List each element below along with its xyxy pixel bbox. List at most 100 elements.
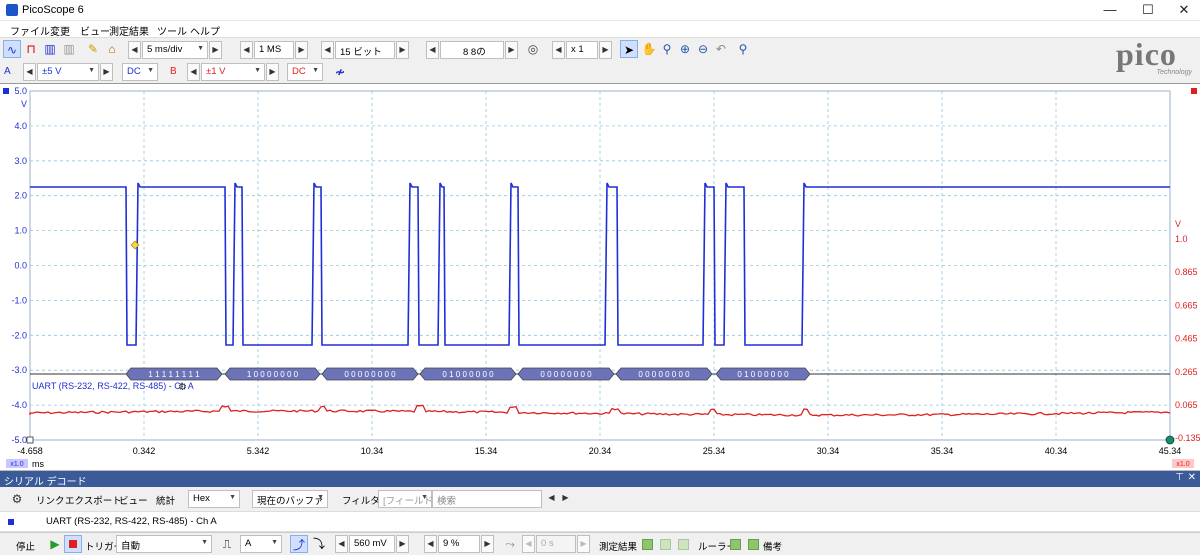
samples-select[interactable]: 1 MS	[254, 41, 294, 59]
stop-icon[interactable]	[64, 535, 82, 553]
pin-icon[interactable]: ⊤	[1175, 472, 1184, 483]
trigger-mode-select[interactable]: 自動 ▼	[116, 535, 212, 553]
edit-measurement-icon[interactable]	[660, 539, 671, 550]
capture-next-button[interactable]: ▶	[505, 41, 518, 59]
pretrigger-prev-button[interactable]: ◀	[424, 535, 437, 553]
delay-input[interactable]: 0 s	[536, 535, 576, 553]
zoom-prev-button[interactable]: ◀	[552, 41, 565, 59]
channel-options-icon[interactable]: ≁	[331, 63, 349, 81]
timebase-select[interactable]: 5 ms/div ▼	[142, 41, 208, 59]
pointer-tool-icon[interactable]: ➤	[620, 40, 638, 58]
search-next-button[interactable]: ▶	[559, 490, 572, 508]
post-trigger-delay-icon[interactable]: ⤳	[501, 535, 519, 553]
y-right-tick-label: 0.665	[1175, 300, 1198, 310]
decoder-settings-icon[interactable]: ⚙	[8, 490, 26, 508]
notes-label: 備考	[763, 542, 783, 553]
home-icon[interactable]: ⌂	[103, 40, 121, 58]
window-title: PicoScope 6	[22, 4, 84, 16]
spectrum-mode-icon[interactable]: ▥	[41, 40, 59, 58]
export-button[interactable]: エクスポート	[65, 493, 122, 507]
x-tick-label: 25.34	[703, 446, 726, 456]
scope-graph[interactable]: 5.0 4.0 3.0 2.0 1.0 0.0 -1.0 -2.0 -3.0 -4.0 -5.0 V V…	[0, 84, 1200, 471]
stats-button[interactable]: 統計	[156, 493, 175, 507]
resolution-select[interactable]: 15 ビット	[335, 41, 395, 59]
persistence-mode-icon[interactable]: ⊓	[22, 40, 40, 58]
timebase-prev-button[interactable]: ◀	[128, 41, 141, 59]
spectrum-persist-icon[interactable]: ▥	[60, 40, 78, 58]
decode-packet-label: 0 1 0 0 0 0 0 0	[737, 370, 789, 379]
filter-button[interactable]: フィルタ	[342, 493, 380, 507]
timebase-next-button[interactable]: ▶	[209, 41, 222, 59]
threshold-next-button[interactable]: ▶	[396, 535, 409, 553]
channel-b-label[interactable]: B	[170, 66, 177, 77]
channel-a-coupling-select[interactable]: DC ▼	[122, 63, 158, 81]
ruler-settings-icon[interactable]	[730, 539, 741, 550]
pretrigger-input[interactable]: 9 %	[438, 535, 480, 553]
channel-b-range-next[interactable]: ▶	[266, 63, 279, 81]
menu-measurements[interactable]: 測定結果	[109, 23, 149, 38]
threshold-prev-button[interactable]: ◀	[335, 535, 348, 553]
capture-prev-button[interactable]: ◀	[426, 41, 439, 59]
channel-b-coupling-select[interactable]: DC ▼	[287, 63, 323, 81]
start-icon[interactable]: ▶	[46, 535, 64, 553]
link-button[interactable]: リンク	[36, 493, 65, 507]
channel-a-range-select[interactable]: ±5 V ▼	[37, 63, 99, 81]
add-measurement-icon[interactable]	[642, 539, 653, 550]
x-tick-label: 45.34	[1159, 446, 1182, 456]
buffer-navigator-icon[interactable]: ◎	[524, 40, 542, 58]
x-badge-left-text: x1.0	[10, 461, 23, 468]
advanced-trigger-icon[interactable]: ⎍	[218, 535, 236, 553]
search-input[interactable]: 検索	[432, 490, 542, 508]
panel-close-icon[interactable]: ✕	[1188, 472, 1196, 483]
y-left-tick-label: 4.0	[14, 121, 27, 131]
search-prev-button[interactable]: ◀	[545, 490, 558, 508]
zoom-factor[interactable]: x 1	[566, 41, 598, 59]
probe-icon[interactable]: ✎	[84, 40, 102, 58]
channel-a-label[interactable]: A	[4, 66, 11, 77]
falling-edge-icon[interactable]: ⤵	[310, 535, 328, 553]
scope-view[interactable]: 5.0 4.0 3.0 2.0 1.0 0.0 -1.0 -2.0 -3.0 -4.0 -5.0 V V…	[0, 84, 1200, 471]
menu-bar: ファイル 変更 ビュー 測定結果 ツール ヘルプ	[0, 21, 1200, 38]
undo-zoom-icon[interactable]: ↶	[712, 40, 730, 58]
delay-next-button[interactable]: ▶	[577, 535, 590, 553]
samples-prev-button[interactable]: ◀	[240, 41, 253, 59]
zoom-area-icon[interactable]: ⚲	[658, 40, 676, 58]
capture-index[interactable]: 8 8の	[440, 41, 504, 59]
format-select[interactable]: Hex ▼	[188, 490, 240, 508]
channel-b-range-select[interactable]: ±1 V ▼	[201, 63, 265, 81]
threshold-input[interactable]: 560 mV	[349, 535, 395, 553]
field-select[interactable]: [フィールド] ▼	[378, 490, 436, 508]
menu-file[interactable]: ファイル	[10, 23, 50, 38]
buffer-select[interactable]: 現在のバッファ ▼	[252, 490, 328, 508]
close-button[interactable]: ✕	[1166, 0, 1200, 20]
menu-view[interactable]: ビュー	[80, 23, 110, 38]
hand-tool-icon[interactable]: ✋	[640, 40, 658, 58]
resolution-prev-button[interactable]: ◀	[321, 41, 334, 59]
trigger-channel-select[interactable]: A ▼	[240, 535, 282, 553]
channel-a-range-prev[interactable]: ◀	[23, 63, 36, 81]
delay-prev-button[interactable]: ◀	[522, 535, 535, 553]
menu-help[interactable]: ヘルプ	[190, 23, 220, 38]
zoom-in-icon[interactable]: ⊕	[676, 40, 694, 58]
channel-a-range-next[interactable]: ▶	[100, 63, 113, 81]
minimize-button[interactable]: —	[1092, 0, 1128, 20]
rising-edge-icon[interactable]: ⤴	[290, 535, 308, 553]
view-button[interactable]: ビュー	[119, 493, 148, 507]
resolution-next-button[interactable]: ▶	[396, 41, 409, 59]
zoom-fit-icon[interactable]: ⚲	[734, 40, 752, 58]
scope-mode-icon[interactable]: ∿	[3, 40, 21, 58]
notes-icon[interactable]	[748, 539, 759, 550]
delete-measurement-icon[interactable]	[678, 539, 689, 550]
maximize-button[interactable]: ☐	[1130, 0, 1166, 20]
channel-b-range-prev[interactable]: ◀	[187, 63, 200, 81]
serial-decoder-row[interactable]: UART (RS-232, RS-422, RS-485) - Ch A	[0, 512, 1200, 532]
zoom-out-icon[interactable]: ⊖	[694, 40, 712, 58]
pretrigger-next-button[interactable]: ▶	[481, 535, 494, 553]
x-tick-label: -4.658	[17, 446, 43, 456]
title-bar: PicoScope 6 — ☐ ✕	[0, 0, 1200, 21]
menu-edit[interactable]: 変更	[50, 23, 70, 38]
zoom-next-button[interactable]: ▶	[599, 41, 612, 59]
samples-next-button[interactable]: ▶	[295, 41, 308, 59]
menu-tools[interactable]: ツール	[157, 23, 187, 38]
x-tick-label: 35.34	[931, 446, 954, 456]
